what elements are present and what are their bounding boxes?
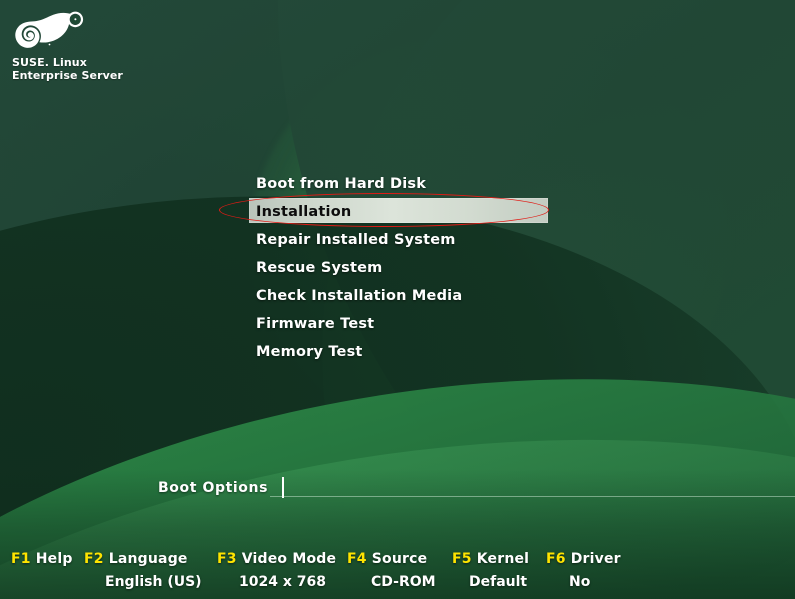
fkey-name: Kernel [476, 551, 530, 567]
fkey-name: Video Mode [241, 551, 337, 567]
fkey-f5-value-kernel: Default [469, 574, 528, 590]
fkey-f4-value-source: CD-ROM [371, 574, 436, 590]
boot-options-row: Boot Options [158, 477, 792, 498]
fkey-f4-source[interactable]: F4 Source [347, 551, 427, 567]
boot-menu-item-label: Check Installation Media [256, 288, 463, 304]
boot-menu-item-rescue-system[interactable]: Rescue System [249, 253, 549, 281]
boot-menu-item-boot-from-hard-disk[interactable]: Boot from Hard Disk [249, 169, 549, 197]
fkey-f3-video-mode[interactable]: F3 Video Mode [217, 551, 336, 567]
fkey-f1-help[interactable]: F1 Help [11, 551, 73, 567]
boot-menu-item-label: Memory Test [256, 344, 363, 360]
text-cursor [282, 477, 285, 498]
boot-menu-item-check-installation-media[interactable]: Check Installation Media [249, 281, 549, 309]
fkey-f3-value-video-mode: 1024 x 768 [239, 574, 326, 590]
product-logo: SUSE. Linux Enterprise Server [12, 8, 142, 82]
boot-menu-item-label: Repair Installed System [256, 232, 456, 248]
fkey-label: F1 [11, 551, 31, 567]
boot-menu-item-label: Rescue System [256, 260, 383, 276]
boot-menu-item-memory-test[interactable]: Memory Test [249, 337, 549, 365]
fkey-label: F2 [84, 551, 104, 567]
fkey-f6-driver[interactable]: F6 Driver [546, 551, 621, 567]
boot-menu-item-label: Firmware Test [256, 316, 375, 332]
suse-chameleon-logo-icon [15, 11, 84, 48]
boot-menu-item-label: Installation [256, 204, 352, 220]
fkey-name: Driver [570, 551, 621, 567]
function-key-bar: F1 Help F2 Language F3 Video Mode F4 Source … [0, 549, 795, 599]
fkey-f6-value-driver: No [569, 574, 591, 590]
boot-menu-item-repair-installed-system[interactable]: Repair Installed System [249, 225, 549, 253]
fkey-f2-value-language: English (US) [105, 574, 202, 590]
boot-menu-item-label: Boot from Hard Disk [256, 176, 427, 192]
fkey-name: Help [35, 551, 73, 567]
fkey-label: F6 [546, 551, 566, 567]
fkey-name: Language [108, 551, 188, 567]
fkey-label: F5 [452, 551, 472, 567]
boot-screen: SUSE. Linux Enterprise Server Boot from … [0, 0, 795, 599]
fkey-name: Source [371, 551, 428, 567]
boot-menu-item-firmware-test[interactable]: Firmware Test [249, 309, 549, 337]
boot-options-label: Boot Options [158, 479, 269, 496]
fkey-label: F4 [347, 551, 367, 567]
fkey-label: F3 [217, 551, 237, 567]
boot-menu-item-installation[interactable]: Installation [249, 198, 548, 223]
boot-options-input[interactable] [282, 477, 792, 498]
product-name: SUSE. Linux Enterprise Server [12, 56, 123, 82]
fkey-f5-kernel[interactable]: F5 Kernel [452, 551, 529, 567]
boot-menu[interactable]: Boot from Hard Disk Installation Repair … [249, 169, 549, 365]
fkey-f2-language[interactable]: F2 Language [84, 551, 188, 567]
boot-options-separator [270, 496, 795, 497]
